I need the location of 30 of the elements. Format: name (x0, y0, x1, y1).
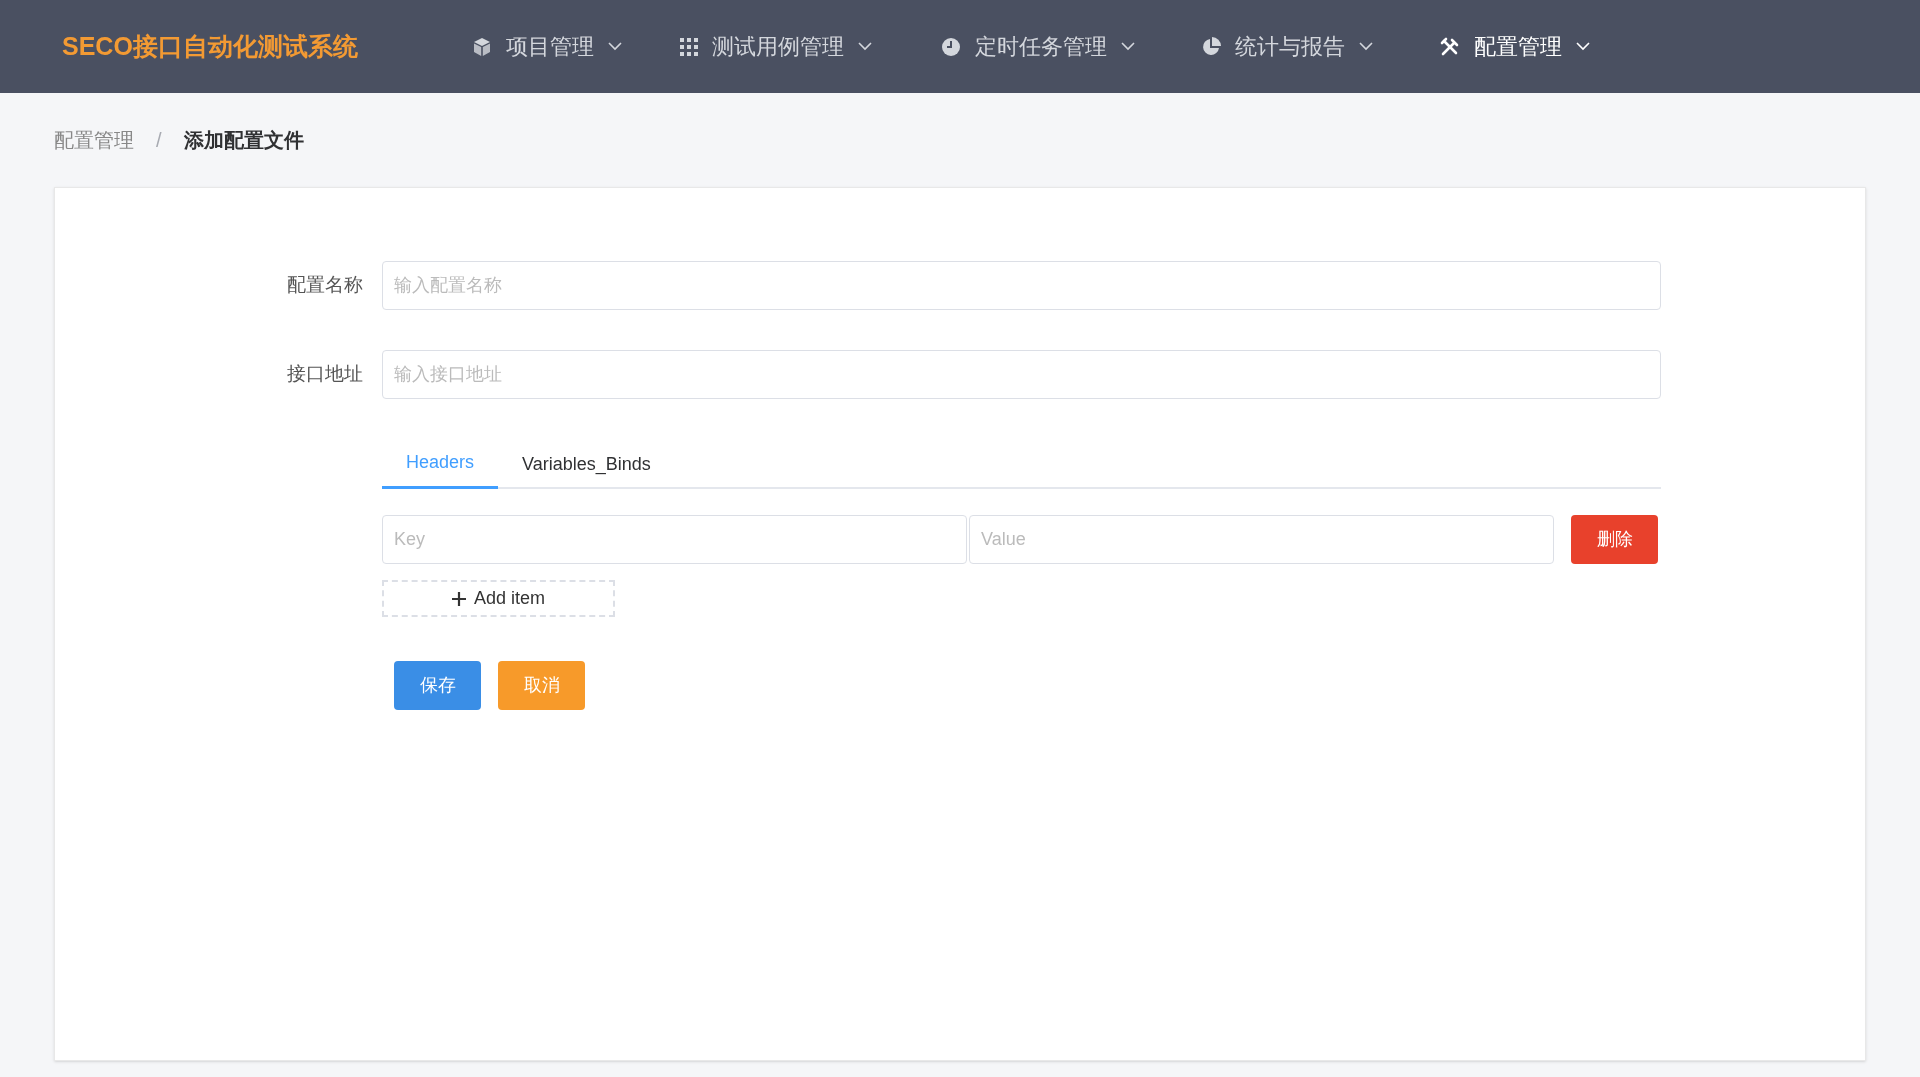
tools-icon (1440, 36, 1460, 57)
clock-icon (941, 36, 961, 57)
tab[interactable]: Variables_Binds (498, 439, 675, 489)
nav-menu-item[interactable]: 项目管理 (472, 30, 680, 63)
cube-icon (472, 36, 492, 57)
input-field[interactable]: 输入接口地址 (382, 350, 1661, 399)
add-item-button[interactable]: Add item (382, 580, 615, 617)
chevron-down-icon (1121, 42, 1135, 51)
plus-icon (451, 591, 466, 606)
pie-chart-icon (1201, 36, 1221, 57)
chevron-down-icon (858, 42, 872, 51)
value-field[interactable]: Value (969, 515, 1554, 564)
chevron-down-icon (1359, 42, 1373, 51)
grid-icon (680, 37, 698, 56)
delete-button[interactable]: 删除 (1571, 515, 1658, 564)
nav-menu-item[interactable]: 统计与报告 (1201, 30, 1440, 63)
input-field[interactable]: 输入配置名称 (382, 261, 1661, 310)
app-title: SECO接口自动化测试系统 (62, 30, 359, 62)
field-label: 接口地址 (286, 362, 364, 387)
field-label: 配置名称 (286, 273, 364, 298)
key-field[interactable]: Key (382, 515, 967, 564)
breadcrumb-link[interactable]: 配置管理 (54, 125, 134, 155)
nav-menu-item[interactable]: 定时任务管理 (941, 30, 1201, 63)
nav-menu-item[interactable]: 配置管理 (1440, 30, 1640, 63)
breadcrumb-current: 添加配置文件 (183, 128, 304, 153)
save-button[interactable]: 保存 (394, 661, 481, 710)
chevron-down-icon (608, 42, 622, 51)
nav-menu-item[interactable]: 测试用例管理 (680, 30, 941, 63)
chevron-down-icon (1576, 42, 1590, 51)
breadcrumb-separator: / (156, 128, 162, 153)
